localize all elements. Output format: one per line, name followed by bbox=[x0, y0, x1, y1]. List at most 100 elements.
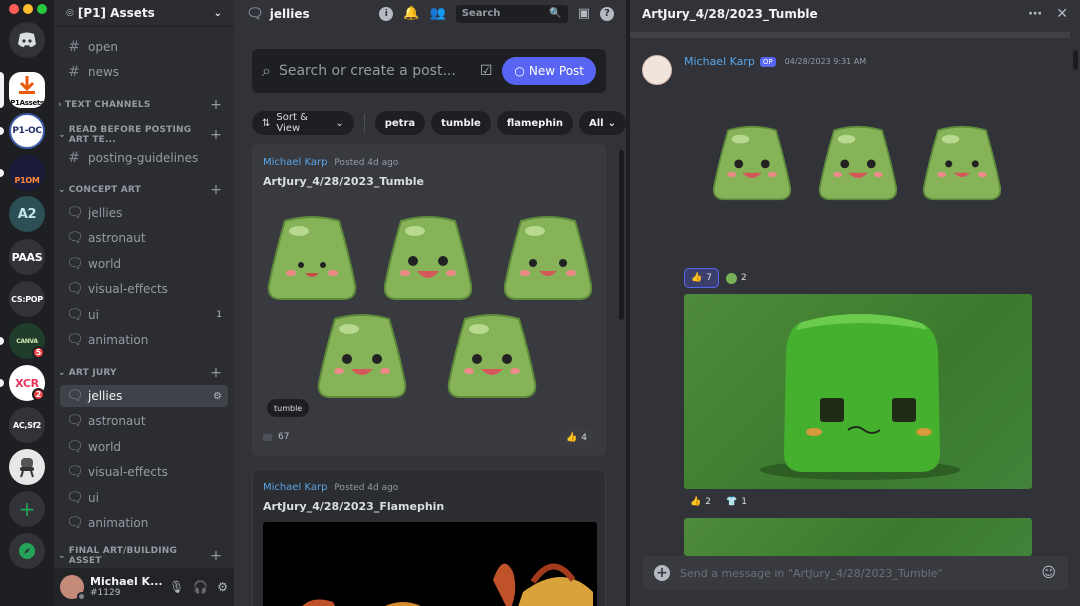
reaction-thumbs-up[interactable]: 👍 4 bbox=[560, 428, 593, 448]
reaction-shirt[interactable]: 👕 1 bbox=[720, 492, 753, 512]
forum-icon: 🗨 bbox=[66, 205, 84, 221]
server-cs-pop[interactable]: CS:POP bbox=[9, 281, 45, 317]
post-card-tumble[interactable]: Michael Karp Posted 4d ago ArtJury_4/28/… bbox=[252, 144, 606, 456]
post-time: Posted 4d ago bbox=[334, 483, 399, 493]
forum-column: 🗨 jellies i 🔔 👥 Search 🔍 ▣ ? ⌕ Search or… bbox=[234, 0, 626, 606]
search-post-placeholder: Search or create a post... bbox=[278, 63, 456, 79]
members-icon[interactable]: 👥 bbox=[430, 6, 446, 21]
channel-label: visual-effects bbox=[88, 282, 168, 296]
thread-scrollbar[interactable] bbox=[1073, 50, 1078, 70]
server-p1-oc[interactable]: P1-OC bbox=[9, 113, 45, 149]
channel-concept-astronaut[interactable]: 🗨 astronaut bbox=[60, 227, 228, 249]
reaction-count: 2 bbox=[741, 273, 747, 283]
render-image-tumble[interactable] bbox=[684, 294, 1032, 489]
server-a2[interactable]: A2 bbox=[9, 196, 45, 232]
category-read-before[interactable]: ⌄ READ BEFORE POSTING ART TE... + bbox=[58, 125, 230, 145]
channel-posting-guidelines[interactable]: # posting-guidelines bbox=[60, 147, 228, 169]
close-icon[interactable]: ✕ bbox=[1056, 6, 1068, 22]
search-input[interactable]: Search 🔍 bbox=[455, 4, 568, 23]
channel-concept-world[interactable]: 🗨 world bbox=[60, 253, 228, 275]
reaction-green-circle[interactable]: 2 bbox=[720, 268, 753, 288]
category-final-art[interactable]: ⌄ FINAL ART/BUILDING ASSET + bbox=[58, 546, 230, 566]
forum-channel-name: jellies bbox=[269, 6, 310, 21]
channel-jury-visual-effects[interactable]: 🗨 visual-effects bbox=[60, 461, 228, 483]
zoom-window-button[interactable] bbox=[37, 4, 47, 14]
message-author[interactable]: Michael Karp bbox=[684, 55, 755, 68]
server-paas[interactable]: PAAS bbox=[9, 239, 45, 275]
chevron-down-icon: ⌄ bbox=[607, 117, 616, 129]
channel-open[interactable]: # open bbox=[60, 36, 228, 58]
add-channel-icon[interactable]: + bbox=[210, 182, 222, 198]
category-text-channels[interactable]: › TEXT CHANNELS + bbox=[58, 97, 230, 113]
all-tags-dropdown[interactable]: All ⌄ bbox=[579, 111, 626, 135]
tag-filter-tumble[interactable]: tumble bbox=[431, 111, 491, 135]
user-info[interactable]: Michael K... #1129 bbox=[90, 575, 163, 599]
reaction-thumbs-up[interactable]: 👍 2 bbox=[684, 492, 717, 512]
explore-servers-button[interactable] bbox=[9, 533, 45, 569]
add-channel-icon[interactable]: + bbox=[210, 365, 222, 381]
add-server-button[interactable]: + bbox=[9, 491, 45, 527]
checkbox-icon[interactable]: ☑ bbox=[480, 63, 493, 79]
info-icon[interactable]: i bbox=[379, 6, 394, 21]
add-channel-icon[interactable]: + bbox=[210, 127, 222, 143]
emoji-icon[interactable]: ☺ bbox=[1041, 565, 1056, 581]
message-composer[interactable]: + Send a message in "ArtJury_4/28/2023_T… bbox=[642, 556, 1068, 590]
status-indicator bbox=[77, 592, 86, 601]
forum-scrollbar[interactable] bbox=[619, 150, 624, 320]
server-rail: P1Assets P1-OC P1OM A2 PAAS CS:POP CANVA… bbox=[0, 0, 54, 606]
post-tag[interactable]: tumble bbox=[267, 399, 310, 417]
post-author[interactable]: Michael Karp bbox=[263, 157, 327, 168]
tag-filter-petra[interactable]: petra bbox=[374, 111, 426, 135]
microphone-icon[interactable]: 🎙 bbox=[169, 580, 184, 594]
help-icon[interactable]: ? bbox=[600, 6, 614, 21]
new-post-button[interactable]: ○ New Post bbox=[502, 57, 596, 85]
render-image-next[interactable] bbox=[684, 518, 1032, 556]
sort-view-button[interactable]: ⇅ Sort & View ⌄ bbox=[252, 111, 354, 135]
server-home[interactable] bbox=[9, 22, 45, 58]
forum-icon: 🗨 bbox=[66, 230, 84, 246]
channel-news[interactable]: # news bbox=[60, 61, 228, 83]
channel-concept-jellies[interactable]: 🗨 jellies bbox=[60, 202, 228, 224]
post-card-flamephin[interactable]: Michael Karp Posted 4d ago ArtJury_4/28/… bbox=[252, 469, 606, 606]
channel-jury-world[interactable]: 🗨 world bbox=[60, 436, 228, 458]
channel-jury-animation[interactable]: 🗨 animation bbox=[60, 512, 228, 534]
add-channel-icon[interactable]: + bbox=[210, 97, 222, 113]
add-attachment-icon[interactable]: + bbox=[654, 565, 670, 581]
gear-icon[interactable]: ⚙ bbox=[217, 580, 228, 594]
server-chair[interactable] bbox=[9, 449, 45, 485]
author-avatar[interactable] bbox=[642, 55, 672, 85]
headphones-icon[interactable]: 🎧 bbox=[193, 580, 208, 594]
category-concept-art[interactable]: ⌄ CONCEPT ART + bbox=[58, 182, 230, 198]
search-or-create-post[interactable]: ⌕ Search or create a post... ☑ ○ New Pos… bbox=[252, 49, 606, 93]
more-options-icon[interactable]: ⋯ bbox=[1028, 6, 1042, 22]
channel-jury-ui[interactable]: 🗨 ui bbox=[60, 487, 228, 509]
guild-header[interactable]: ◎ [P1] Assets ⌄ bbox=[54, 0, 234, 27]
reaction-count: 2 bbox=[705, 497, 711, 507]
inbox-icon[interactable]: ▣ bbox=[578, 6, 590, 21]
bell-icon[interactable]: 🔔 bbox=[403, 6, 419, 21]
channel-jury-jellies[interactable]: 🗨 jellies ⚙ bbox=[60, 385, 228, 407]
tag-filter-flamephin[interactable]: flamephin bbox=[496, 111, 573, 135]
gear-icon[interactable]: ⚙ bbox=[213, 391, 222, 402]
category-art-jury[interactable]: ⌄ ART JURY + bbox=[58, 365, 230, 381]
channel-concept-ui[interactable]: 🗨 ui 1 bbox=[60, 304, 228, 326]
channel-concept-animation[interactable]: 🗨 animation bbox=[60, 329, 228, 351]
post-meta: Michael Karp Posted 4d ago bbox=[263, 482, 398, 493]
avatar[interactable] bbox=[60, 575, 86, 601]
server-ac-sf2[interactable]: AC,Sf2 bbox=[9, 407, 45, 443]
server-label: CANVA bbox=[16, 337, 38, 345]
server-p1-assets[interactable]: P1Assets bbox=[9, 72, 45, 108]
channel-concept-visual-effects[interactable]: 🗨 visual-effects bbox=[60, 278, 228, 300]
channel-jury-astronaut[interactable]: 🗨 astronaut bbox=[60, 410, 228, 432]
channel-label: ui bbox=[88, 308, 99, 322]
jelly-image bbox=[447, 313, 537, 403]
add-channel-icon[interactable]: + bbox=[210, 548, 222, 564]
server-label: P1-OC bbox=[12, 126, 42, 136]
post-author[interactable]: Michael Karp bbox=[263, 482, 327, 493]
forum-icon: 🗨 bbox=[246, 5, 264, 22]
message-header: Michael Karp OP 04/28/2023 9:31 AM bbox=[684, 55, 866, 68]
minimize-window-button[interactable] bbox=[23, 4, 33, 14]
close-window-button[interactable] bbox=[9, 4, 19, 14]
server-p1om[interactable]: P1OM bbox=[9, 155, 45, 191]
reaction-thumbs-up[interactable]: 👍 7 bbox=[684, 268, 719, 288]
